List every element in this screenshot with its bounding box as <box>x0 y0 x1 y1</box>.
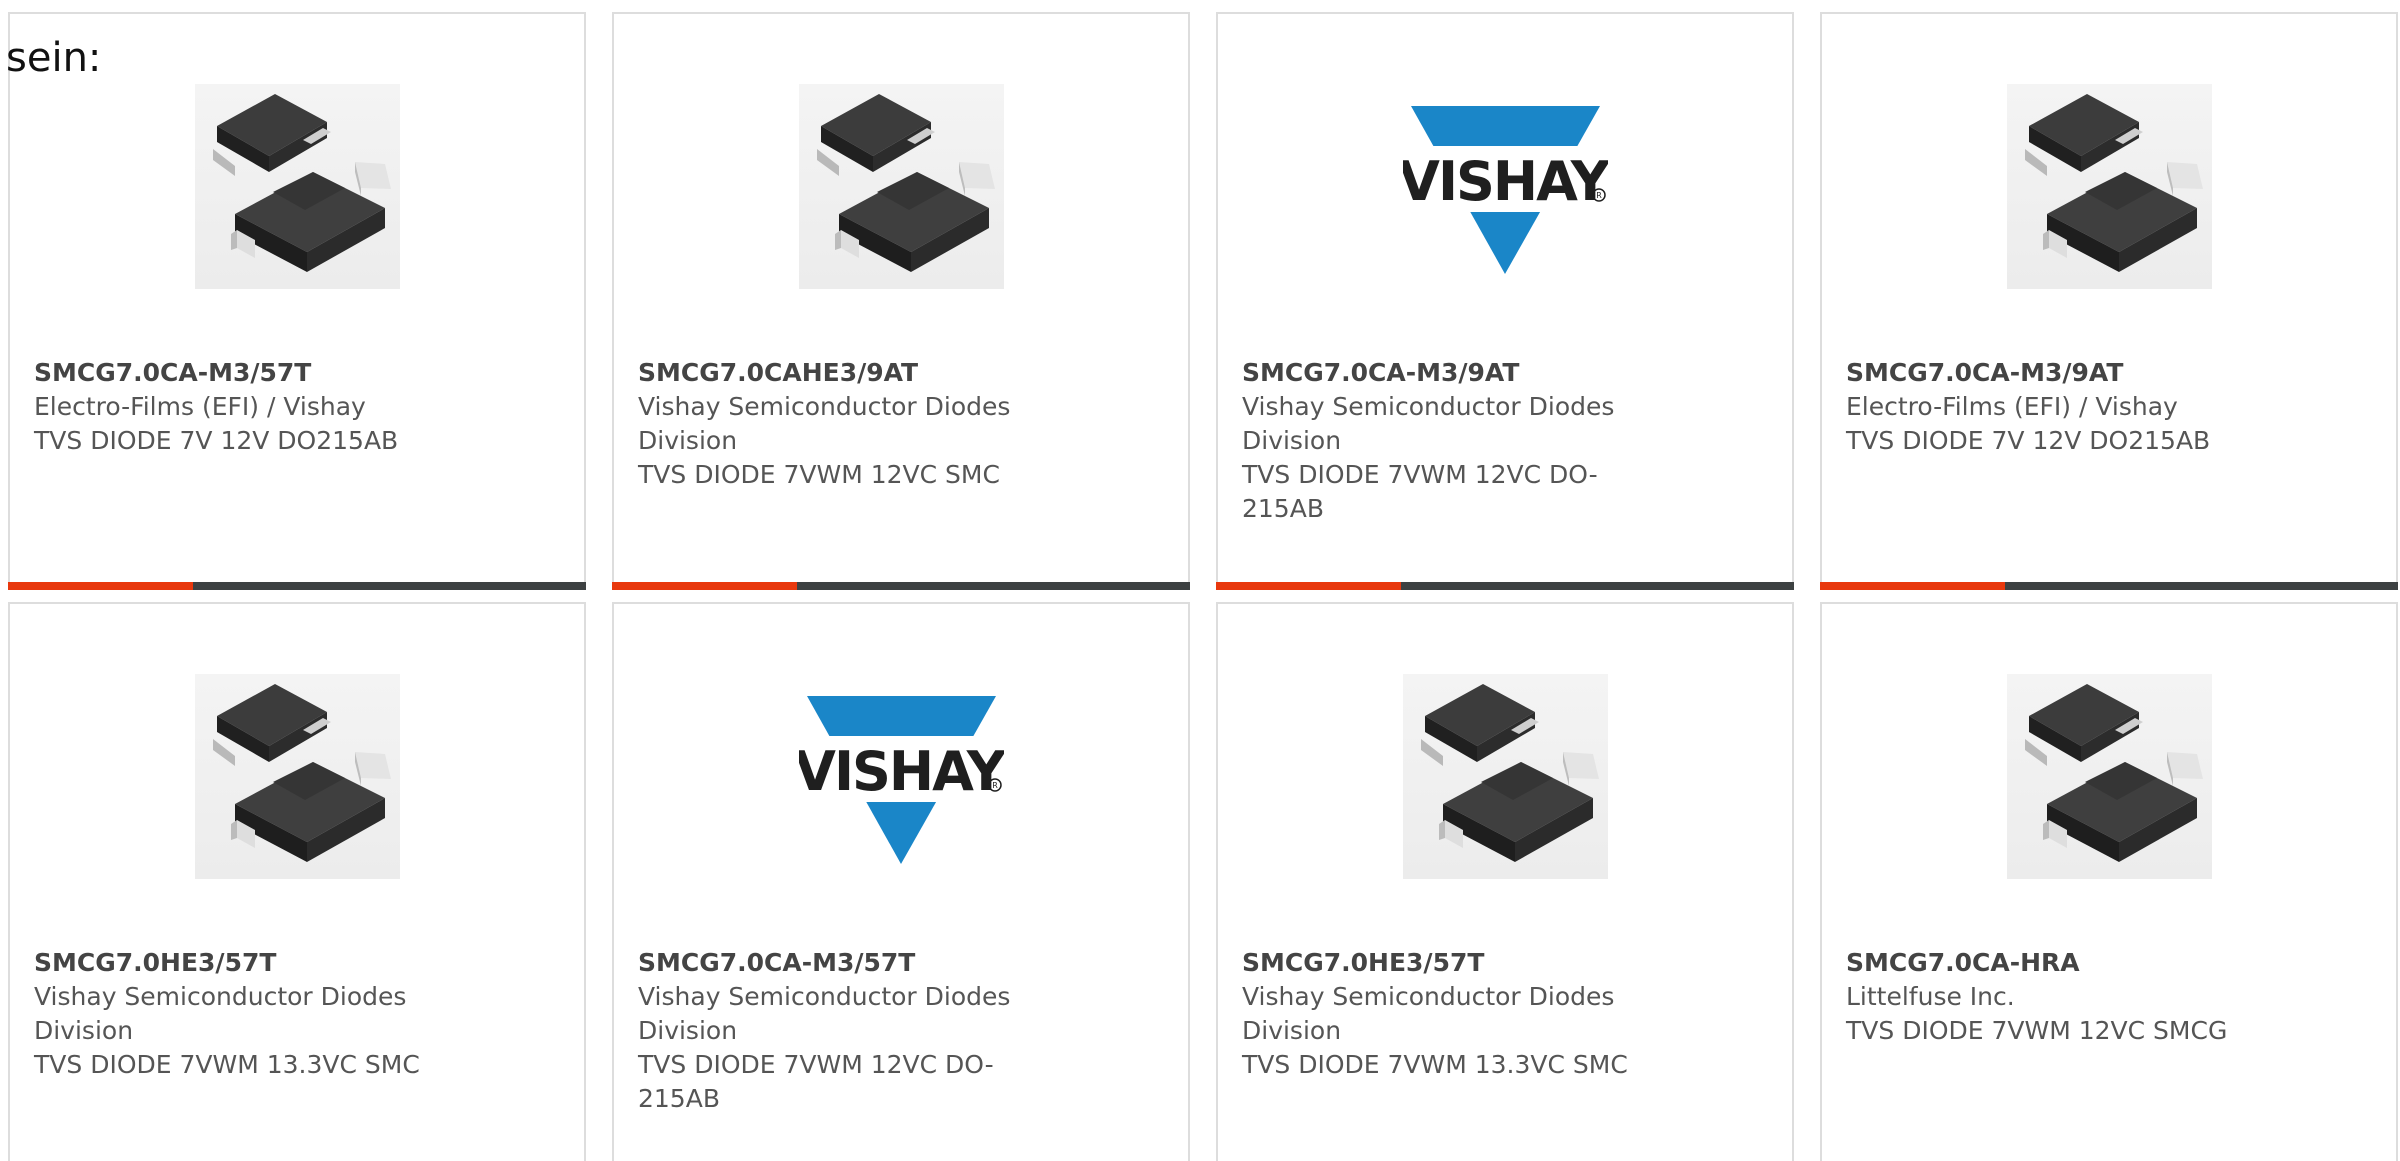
part-description: TVS DIODE 7VWM 12VC DO-215AB <box>638 1050 994 1113</box>
part-number-link[interactable]: SMCG7.0CAHE3/9AT <box>638 356 1068 390</box>
svg-text:VISHAY: VISHAY <box>1403 150 1608 213</box>
diode-package-icon[interactable] <box>195 84 400 289</box>
manufacturer-name: Electro-Films (EFI) / Vishay <box>1846 392 2178 421</box>
carousel-progress-bar <box>1216 582 1794 590</box>
carousel-progress-fill <box>612 582 797 590</box>
svg-text:VISHAY: VISHAY <box>799 740 1004 803</box>
manufacturer-name: Vishay Semiconductor Diodes Division <box>34 982 407 1045</box>
carousel-progress-bar <box>1820 582 2398 590</box>
manufacturer-name: Vishay Semiconductor Diodes Division <box>1242 392 1615 455</box>
product-card[interactable]: SMCG7.0CAHE3/9AT Vishay Semiconductor Dio… <box>612 12 1190 590</box>
card-text: SMCG7.0CA-HRA Littelfuse Inc. TVS DIODE 7V… <box>1846 946 2276 1048</box>
part-description: TVS DIODE 7VWM 13.3VC SMC <box>34 1050 420 1079</box>
product-card[interactable]: VISHAY R SMCG7.0CA-M3/57T Vishay Semicond… <box>612 602 1190 1161</box>
carousel-progress-fill <box>8 582 193 590</box>
part-number-link[interactable]: SMCG7.0CA-M3/9AT <box>1846 356 2276 390</box>
carousel-progress-bar <box>8 582 586 590</box>
diode-package-icon[interactable] <box>1403 674 1608 879</box>
card-text: SMCG7.0HE3/57T Vishay Semiconductor Diode… <box>34 946 464 1082</box>
carousel-progress-bar <box>612 582 1190 590</box>
manufacturer-name: Vishay Semiconductor Diodes Division <box>638 982 1011 1045</box>
lead-text: sein: <box>6 35 102 81</box>
part-description: TVS DIODE 7V 12V DO215AB <box>34 426 399 455</box>
svg-text:R: R <box>1596 191 1602 200</box>
card-text: SMCG7.0CAHE3/9AT Vishay Semiconductor Dio… <box>638 356 1068 492</box>
product-card[interactable]: SMCG7.0HE3/57T Vishay Semiconductor Diode… <box>1216 602 1794 1161</box>
diode-package-icon[interactable] <box>2007 84 2212 289</box>
product-card[interactable]: VISHAY R SMCG7.0CA-M3/9AT Vishay Semicond… <box>1216 12 1794 590</box>
part-number-link[interactable]: SMCG7.0CA-HRA <box>1846 946 2276 980</box>
product-card[interactable]: SMCG7.0CA-M3/9AT Electro-Films (EFI) / Vi… <box>1820 12 2398 590</box>
diode-package-icon[interactable] <box>195 674 400 879</box>
part-description: TVS DIODE 7V 12V DO215AB <box>1846 426 2211 455</box>
manufacturer-name: Vishay Semiconductor Diodes Division <box>638 392 1011 455</box>
part-number-link[interactable]: SMCG7.0CA-M3/57T <box>34 356 464 390</box>
page: sein: SMCG7.0CA-M3/57T Electro-Films (EFI… <box>0 0 2400 1161</box>
part-description: TVS DIODE 7VWM 12VC DO-215AB <box>1242 460 1598 523</box>
part-number-link[interactable]: SMCG7.0CA-M3/57T <box>638 946 1068 980</box>
card-text: SMCG7.0CA-M3/9AT Vishay Semiconductor Dio… <box>1242 356 1672 526</box>
part-description: TVS DIODE 7VWM 13.3VC SMC <box>1242 1050 1628 1079</box>
carousel-progress-fill <box>1820 582 2005 590</box>
carousel-progress-fill <box>1216 582 1401 590</box>
part-number-link[interactable]: SMCG7.0CA-M3/9AT <box>1242 356 1672 390</box>
manufacturer-name: Vishay Semiconductor Diodes Division <box>1242 982 1615 1045</box>
product-card[interactable]: SMCG7.0CA-HRA Littelfuse Inc. TVS DIODE 7V… <box>1820 602 2398 1161</box>
vishay-logo[interactable]: VISHAY R <box>1403 84 1608 289</box>
card-text: SMCG7.0HE3/57T Vishay Semiconductor Diode… <box>1242 946 1672 1082</box>
part-description: TVS DIODE 7VWM 12VC SMCG <box>1846 1016 2228 1045</box>
manufacturer-name: Electro-Films (EFI) / Vishay <box>34 392 366 421</box>
product-card[interactable]: SMCG7.0HE3/57T Vishay Semiconductor Diode… <box>8 602 586 1161</box>
part-number-link[interactable]: SMCG7.0HE3/57T <box>1242 946 1672 980</box>
part-number-link[interactable]: SMCG7.0HE3/57T <box>34 946 464 980</box>
card-text: SMCG7.0CA-M3/9AT Electro-Films (EFI) / Vi… <box>1846 356 2276 458</box>
product-grid: SMCG7.0CA-M3/57T Electro-Films (EFI) / Vi… <box>8 12 2398 1161</box>
diode-package-icon[interactable] <box>799 84 1004 289</box>
card-text: SMCG7.0CA-M3/57T Electro-Films (EFI) / Vi… <box>34 356 464 458</box>
svg-text:R: R <box>992 781 998 790</box>
card-text: SMCG7.0CA-M3/57T Vishay Semiconductor Dio… <box>638 946 1068 1116</box>
vishay-logo[interactable]: VISHAY R <box>799 674 1004 879</box>
diode-package-icon[interactable] <box>2007 674 2212 879</box>
part-description: TVS DIODE 7VWM 12VC SMC <box>638 460 1000 489</box>
product-card[interactable]: SMCG7.0CA-M3/57T Electro-Films (EFI) / Vi… <box>8 12 586 590</box>
manufacturer-name: Littelfuse Inc. <box>1846 982 2015 1011</box>
